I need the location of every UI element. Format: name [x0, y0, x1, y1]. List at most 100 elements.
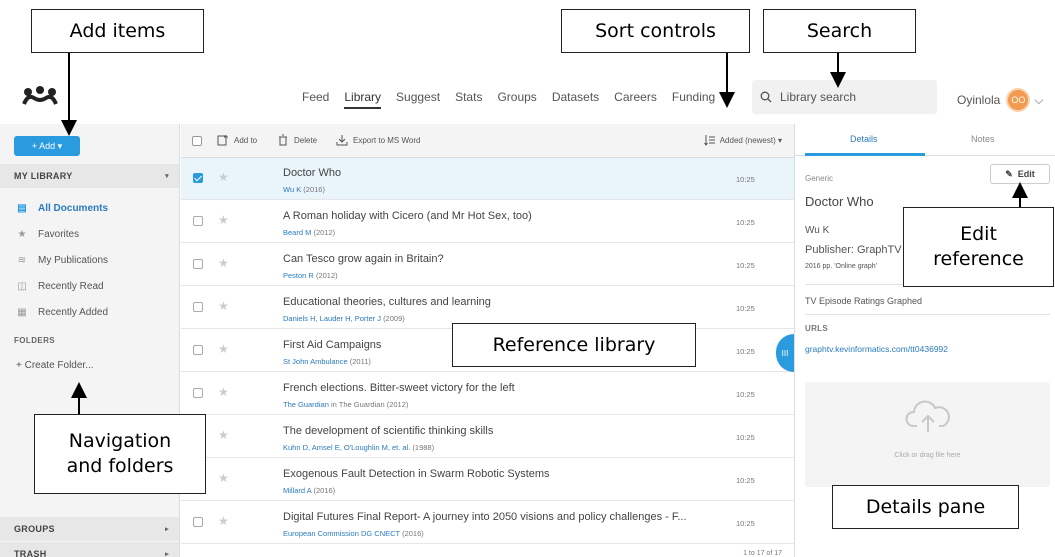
document-title[interactable]: Doctor Who [283, 167, 341, 179]
star-icon[interactable]: ★ [218, 514, 229, 528]
cloud-upload-icon [905, 400, 950, 432]
sidebar-item-label: My Publications [38, 254, 109, 266]
chevron-right-icon[interactable]: ▸ [165, 550, 169, 557]
chevron-right-icon[interactable]: ▸ [165, 525, 169, 533]
callout-details-pane-text: Details pane [865, 495, 986, 518]
nav-item-feed[interactable]: Feed [302, 90, 329, 109]
export-to-word-button[interactable]: Export to MS Word [336, 134, 420, 146]
row-checkbox[interactable] [193, 173, 203, 183]
chevron-down-icon[interactable]: ⌵ [1034, 93, 1043, 108]
row-checkbox[interactable] [193, 517, 203, 527]
pencil-icon: ✎ [1005, 168, 1013, 179]
list-toolbar: Add to Delete Export to MS Word Added (n… [181, 124, 794, 158]
documents-icon: ▤ [17, 202, 27, 214]
nav-item-careers[interactable]: Careers [614, 90, 657, 109]
my-library-header[interactable]: MY LIBRARY ▾ [0, 164, 179, 188]
star-icon[interactable]: ★ [218, 213, 229, 227]
row-checkbox[interactable] [193, 302, 203, 312]
table-row[interactable]: ★ The development of scientific thinking … [181, 416, 794, 458]
user-menu[interactable]: Oyinlola OO ⌵ [957, 88, 1043, 112]
sort-label: Added (newest) ▾ [719, 135, 782, 145]
callout-reference-library-text: Reference library [492, 333, 656, 356]
edit-button[interactable]: ✎ Edit [990, 164, 1050, 184]
detail-publisher[interactable]: Publisher: GraphTV [805, 244, 902, 256]
sort-control[interactable]: Added (newest) ▾ [703, 134, 782, 146]
sidebar-item-my-publications[interactable]: ≋ My Publications [16, 254, 108, 266]
sidebar-item-recently-read[interactable]: ◫ Recently Read [16, 280, 103, 292]
document-title[interactable]: Can Tesco grow again in Britain? [283, 253, 444, 265]
detail-title[interactable]: Doctor Who [805, 194, 874, 209]
add-button[interactable]: + Add ▾ [14, 136, 80, 156]
document-title[interactable]: Exogenous Fault Detection in Swarm Robot… [283, 468, 550, 480]
callout-details-pane: Details pane [832, 485, 1019, 529]
star-icon[interactable]: ★ [218, 299, 229, 313]
trash-label: TRASH [14, 549, 47, 557]
select-all-checkbox[interactable] [192, 136, 202, 146]
callout-reference-library: Reference library [452, 323, 696, 367]
dropzone-text: Click or drag file here [894, 452, 961, 459]
document-title[interactable]: The development of scientific thinking s… [283, 425, 493, 437]
row-checkbox[interactable] [193, 345, 203, 355]
detail-url-link[interactable]: graphtv.kevinformatics.com/tt0436992 [805, 344, 948, 354]
trash-icon [279, 134, 287, 146]
nav-item-library[interactable]: Library [344, 90, 382, 109]
document-year: (2012) [313, 228, 336, 237]
added-time: 10:25 [736, 347, 755, 356]
callout-sort-controls: Sort controls [561, 9, 750, 53]
detail-pages[interactable]: 2016 pp. 'Online graph' [805, 263, 877, 270]
star-icon[interactable]: ★ [218, 170, 229, 184]
sidebar-item-recently-added[interactable]: ▦ Recently Added [16, 306, 108, 318]
table-row[interactable]: ★ A Roman holiday with Cicero (and Mr Hot… [181, 201, 794, 243]
row-checkbox[interactable] [193, 216, 203, 226]
callout-sort-controls-text: Sort controls [595, 19, 716, 42]
delete-button[interactable]: Delete [277, 134, 317, 146]
star-icon[interactable]: ★ [218, 471, 229, 485]
document-title[interactable]: French elections. Bitter-sweet victory f… [283, 382, 515, 394]
document-title[interactable]: First Aid Campaigns [283, 339, 381, 351]
document-type: Generic [805, 174, 834, 183]
star-icon[interactable]: ★ [218, 428, 229, 442]
star-icon: ★ [17, 228, 27, 240]
callout-search: Search [763, 9, 916, 53]
table-row[interactable]: ★ Digital Futures Final Report- A journey… [181, 502, 794, 544]
document-title[interactable]: Educational theories, cultures and learn… [283, 296, 491, 308]
document-year: (2016) [303, 185, 325, 194]
library-search-input[interactable]: Library search [752, 80, 937, 114]
nav-item-suggest[interactable]: Suggest [396, 90, 440, 109]
star-icon[interactable]: ★ [218, 256, 229, 270]
table-row[interactable]: ★ French elections. Bitter-sweet victory … [181, 373, 794, 415]
table-row[interactable]: ★ Doctor Who Wu K (2016) 10:25 [181, 158, 794, 200]
document-title[interactable]: A Roman holiday with Cicero (and Mr Hot … [283, 210, 532, 222]
avatar[interactable]: OO [1006, 88, 1031, 112]
callout-add-items-text: Add items [69, 19, 166, 42]
nav-item-funding[interactable]: Funding [672, 90, 715, 109]
sidebar-item-all-documents[interactable]: ▤ All Documents [16, 202, 108, 214]
sidebar-item-favorites[interactable]: ★ Favorites [16, 228, 80, 240]
star-icon[interactable]: ★ [218, 385, 229, 399]
mendeley-logo[interactable] [20, 84, 60, 108]
groups-header[interactable]: GROUPS ▸ [0, 517, 179, 541]
add-to-button[interactable]: Add to [217, 134, 257, 146]
create-folder-button[interactable]: + Create Folder... [16, 360, 94, 371]
table-row[interactable]: ★ Exogenous Fault Detection in Swarm Robo… [181, 459, 794, 501]
added-time: 10:25 [736, 476, 755, 485]
detail-author[interactable]: Wu K [805, 225, 829, 236]
author-names: Kuhn D, Amsel E, O'Loughlin M, et. al. [283, 443, 411, 452]
nav-item-stats[interactable]: Stats [455, 90, 482, 109]
row-checkbox[interactable] [193, 388, 203, 398]
my-library-label: MY LIBRARY [14, 171, 73, 181]
file-dropzone[interactable]: Click or drag file here [805, 382, 1050, 487]
table-row[interactable]: ★ Can Tesco grow again in Britain? Peston … [181, 244, 794, 286]
add-to-folder-icon [217, 135, 228, 146]
row-checkbox[interactable] [193, 259, 203, 269]
tab-notes[interactable]: Notes [971, 134, 995, 144]
collapse-arrow-icon[interactable]: ▾ [165, 172, 169, 180]
nav-item-datasets[interactable]: Datasets [552, 90, 599, 109]
detail-description[interactable]: TV Episode Ratings Graphed [805, 296, 922, 306]
document-year: (1988) [412, 443, 435, 452]
tab-details[interactable]: Details [850, 134, 878, 144]
trash-header[interactable]: TRASH ▸ [0, 542, 179, 557]
star-icon[interactable]: ★ [218, 342, 229, 356]
document-title[interactable]: Digital Futures Final Report- A journey … [283, 511, 687, 523]
nav-item-groups[interactable]: Groups [497, 90, 536, 109]
